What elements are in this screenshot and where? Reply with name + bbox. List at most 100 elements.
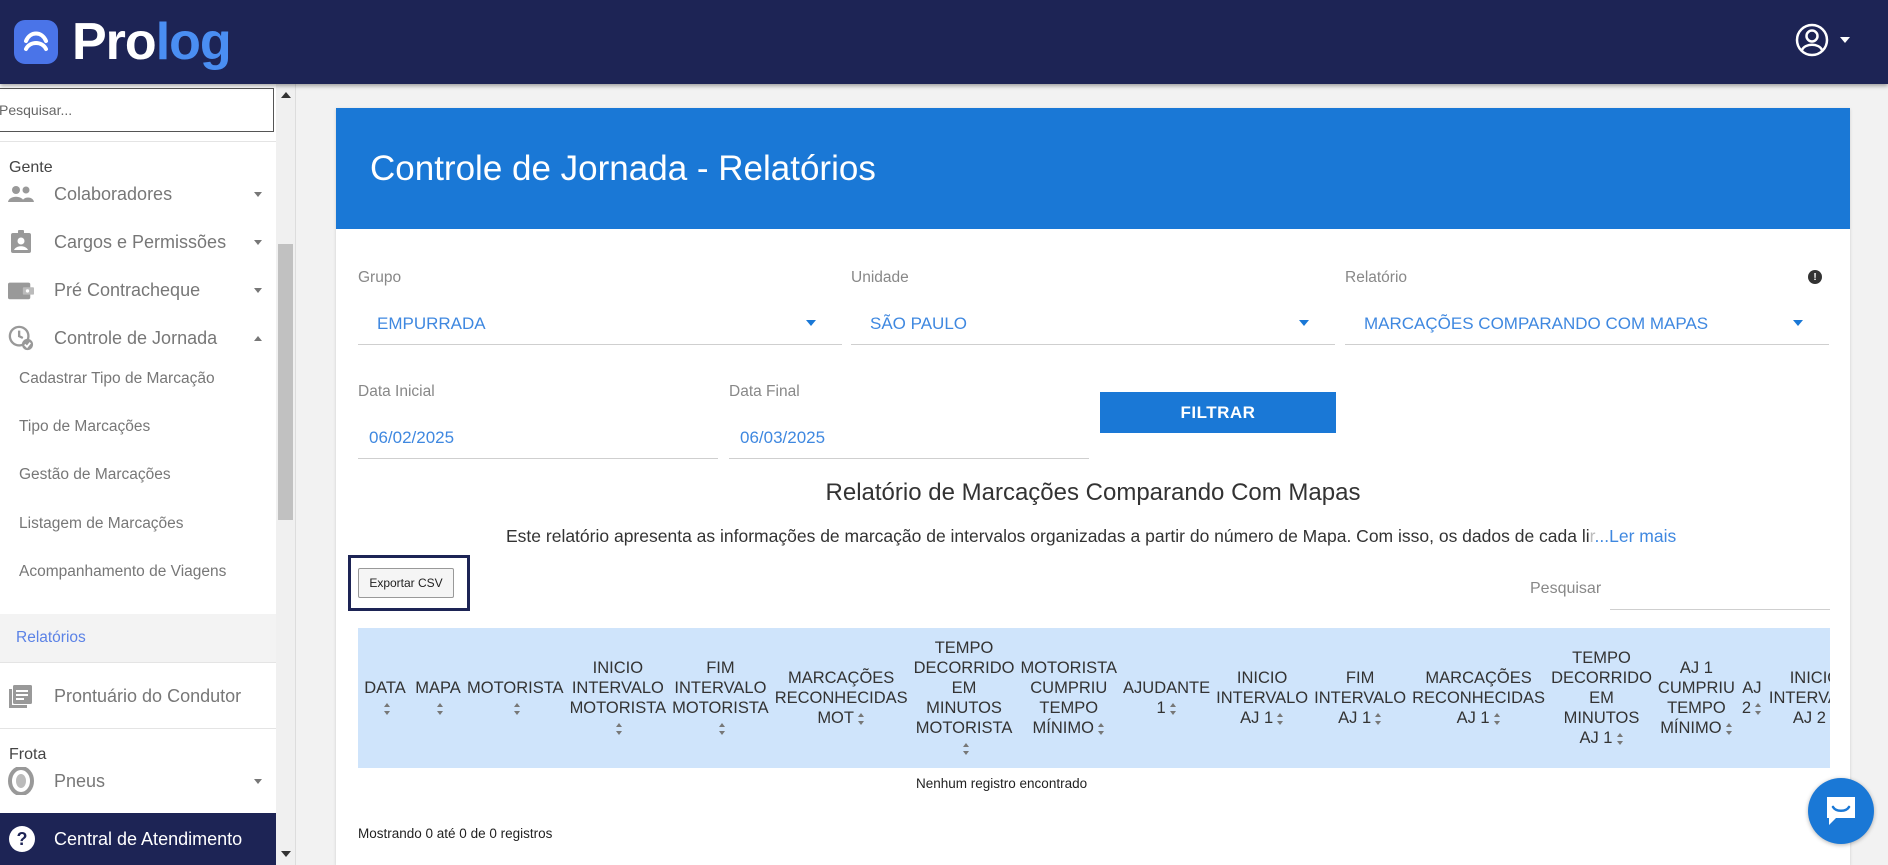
chevron-down-icon — [806, 320, 816, 326]
info-icon[interactable]: ! — [1808, 270, 1822, 284]
column-header-text: AJ 1 — [1240, 709, 1274, 727]
column-header[interactable]: INICIO INTERVALO AJ 2 — [1766, 628, 1830, 768]
sidebar-subitem-cadastrar-tipo[interactable]: Cadastrar Tipo de Marcação — [0, 355, 276, 403]
scrollbar-thumb[interactable] — [278, 244, 293, 520]
column-header-text: MOT — [817, 709, 854, 727]
card-header: Controle de Jornada - Relatórios — [336, 108, 1850, 229]
unidade-select[interactable]: SÃO PAULO — [851, 303, 1335, 345]
sort-icon — [1375, 712, 1382, 725]
sidebar-subitem-tipo-marcacoes[interactable]: Tipo de Marcações — [0, 403, 276, 451]
sort-icon — [1277, 712, 1284, 725]
data-final-value: 06/03/2025 — [740, 427, 826, 447]
chat-support-button[interactable] — [1808, 778, 1874, 844]
column-header-text: INTERVALO — [1314, 689, 1407, 707]
sidebar-subitem-relatorios[interactable]: Relatórios — [0, 614, 276, 662]
column-header[interactable]: MOTORISTA CUMPRIU TEMPO MÍNIMO — [1017, 628, 1120, 768]
column-header-text: TEMPO — [1039, 699, 1099, 717]
sidebar-subitem-listagem[interactable]: Listagem de Marcações — [0, 500, 276, 548]
column-header[interactable]: INICIO INTERVALO MOTORISTA — [567, 628, 670, 768]
column-header[interactable]: DATA — [358, 628, 412, 768]
sidebar-item-contracheque[interactable]: Pré Contracheque — [0, 266, 276, 314]
column-header-text: TEMPO — [1572, 649, 1631, 667]
sidebar-item-cargos[interactable]: Cargos e Permissões — [0, 218, 276, 266]
scroll-up-icon[interactable] — [281, 92, 291, 98]
sort-icon — [1616, 732, 1624, 745]
unidade-label: Unidade — [851, 269, 909, 286]
column-header-text: FIM — [1345, 669, 1375, 687]
document-list-icon — [8, 683, 34, 709]
column-header[interactable]: TEMPO DECORRIDO EM MINUTOS AJ 1 — [1548, 628, 1655, 768]
sidebar-subitem-acompanhamento[interactable]: Acompanhamento de Viagens — [0, 548, 276, 596]
column-header[interactable]: MOTORISTA — [464, 628, 567, 768]
grupo-label: Grupo — [358, 269, 402, 286]
sidebar-item-pneus[interactable]: Pneus — [0, 757, 276, 805]
table-search-input[interactable] — [1610, 570, 1830, 610]
sidebar-search-input[interactable] — [0, 88, 274, 132]
column-header-text: MÍNIMO — [1032, 719, 1094, 737]
sidebar-subitem-label: Relatórios — [16, 629, 86, 646]
column-header-text: FIM — [706, 659, 735, 677]
data-inicial-value: 06/02/2025 — [369, 427, 455, 447]
sort-icon — [1169, 702, 1177, 715]
column-header-text: MARCAÇÕES — [1425, 669, 1532, 687]
sidebar-scrollbar[interactable] — [276, 84, 295, 865]
column-header-text: MÍNIMO — [1660, 719, 1722, 737]
column-header-text: MOTORISTA — [672, 699, 769, 717]
logo-text-pro: Pro — [72, 13, 157, 71]
data-inicial-input[interactable]: 06/02/2025 — [358, 417, 718, 459]
grupo-value: EMPURRADA — [377, 313, 486, 333]
unidade-value: SÃO PAULO — [870, 313, 967, 333]
filtrar-button[interactable]: FILTRAR — [1100, 392, 1336, 433]
relatorio-field: Relatório MARCAÇÕES COMPARANDO COM MAPAS — [1345, 269, 1829, 345]
chevron-up-icon — [254, 335, 262, 341]
export-csv-button[interactable]: Exportar CSV — [358, 568, 454, 598]
read-more-link[interactable]: ...Ler mais — [1595, 526, 1677, 546]
column-header-text: MARCAÇÕES — [787, 669, 895, 687]
column-header[interactable]: FIM INTERVALO AJ 1 — [1311, 628, 1409, 768]
report-description: Este relatório apresenta as informações … — [506, 526, 1676, 547]
column-header-text: MAPA — [415, 679, 461, 697]
sidebar-item-prontuario[interactable]: Prontuário do Condutor — [0, 672, 276, 720]
column-header[interactable]: MAPA — [412, 628, 464, 768]
sidebar-item-label: Pneus — [54, 770, 106, 791]
column-header[interactable]: TEMPO DECORRIDO EM MINUTOS MOTORISTA — [911, 628, 1018, 768]
data-final-label: Data Final — [729, 383, 800, 400]
column-header-text: EM — [951, 679, 977, 697]
divider — [0, 662, 276, 663]
column-header-text: DECORRIDO — [1551, 669, 1652, 687]
column-header-text: INICIO — [1236, 669, 1288, 687]
divider — [0, 141, 276, 142]
sort-icon — [1493, 712, 1501, 725]
column-header-text: INTERVALO — [571, 679, 664, 697]
prolog-logo[interactable]: Prolog — [14, 13, 232, 71]
report-table-wrapper: DATA MAPA MOTORISTA INICIO INTERVALO MOTORIST… — [358, 628, 1830, 768]
tire-icon — [8, 767, 34, 795]
table-search-label: Pesquisar — [1530, 580, 1602, 597]
column-header-text: CUMPRIU — [1657, 679, 1735, 697]
column-header[interactable]: AJ 1 CUMPRIU TEMPO MÍNIMO — [1655, 628, 1738, 768]
user-menu[interactable] — [1794, 22, 1850, 58]
column-header-text: RECONHECIDAS — [774, 689, 908, 707]
sort-icon — [962, 742, 970, 755]
sort-icon — [513, 702, 521, 715]
central-atendimento-button[interactable]: ? Central de Atendimento — [0, 813, 276, 865]
column-header-text: AJ 2 — [1792, 709, 1826, 727]
column-header-text: INICIO — [592, 659, 644, 677]
sidebar-subitem-label: Listagem de Marcações — [19, 515, 184, 532]
scroll-down-icon[interactable] — [281, 851, 291, 857]
data-final-input[interactable]: 06/03/2025 — [729, 417, 1089, 459]
column-header[interactable]: FIM INTERVALO MOTORISTA — [669, 628, 772, 768]
grupo-select[interactable]: EMPURRADA — [358, 303, 842, 345]
table-info: Mostrando 0 até 0 de 0 registros — [358, 826, 553, 841]
column-header[interactable]: AJUDANTE 1 — [1120, 628, 1213, 768]
column-header[interactable]: MARCAÇÕES RECONHECIDAS MOT — [772, 628, 911, 768]
relatorio-select[interactable]: MARCAÇÕES COMPARANDO COM MAPAS — [1345, 303, 1829, 345]
chevron-down-icon — [254, 778, 262, 784]
column-header[interactable]: AJ 2 — [1738, 628, 1766, 768]
sidebar-subitem-gestao[interactable]: Gestão de Marcações — [0, 451, 276, 499]
column-header[interactable]: INICIO INTERVALO AJ 1 — [1213, 628, 1311, 768]
column-header[interactable]: MARCAÇÕES RECONHECIDAS AJ 1 — [1409, 628, 1548, 768]
sidebar-item-colaboradores[interactable]: Colaboradores — [0, 170, 276, 218]
column-header-text: MINUTOS — [926, 699, 1002, 717]
column-header-text: RECONHECIDAS — [1412, 689, 1546, 707]
